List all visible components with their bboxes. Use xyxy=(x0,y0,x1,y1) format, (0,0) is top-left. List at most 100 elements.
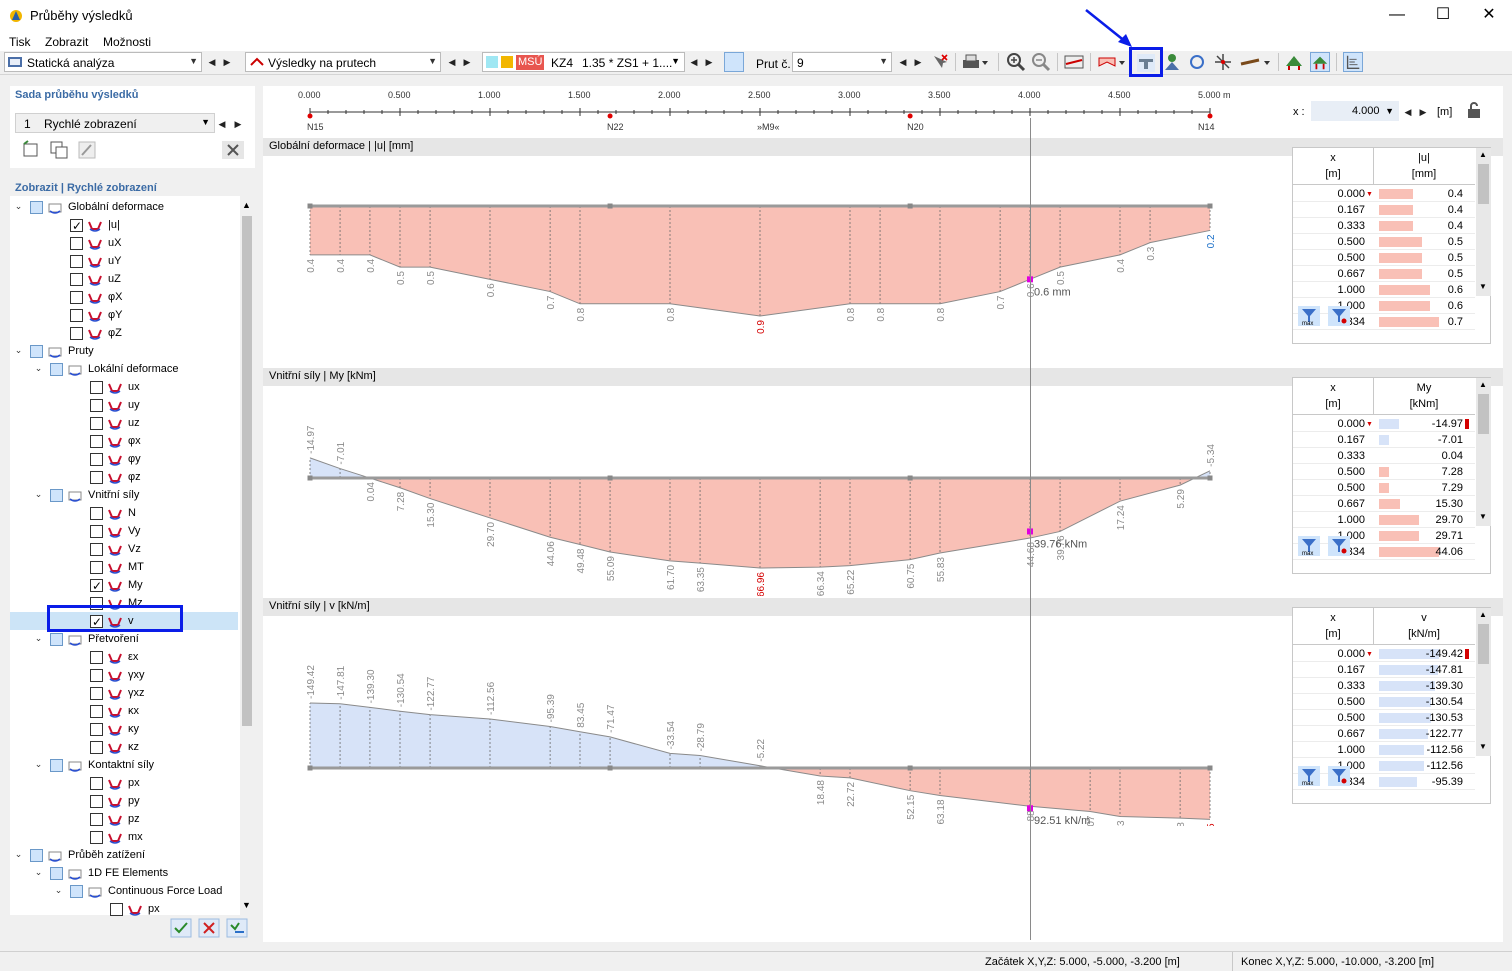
prev-arrow-icon[interactable]: ◀ xyxy=(216,115,228,133)
checkbox[interactable] xyxy=(70,217,83,235)
checkbox[interactable] xyxy=(50,867,63,880)
table-row[interactable]: 0.333 -139.30 xyxy=(1293,678,1475,694)
tree-item[interactable]: ux xyxy=(10,378,238,396)
table-row[interactable]: 0.167 0.4 xyxy=(1293,202,1475,218)
checkbox[interactable] xyxy=(90,507,103,520)
table-row[interactable]: 0.500 7.28 xyxy=(1293,464,1475,480)
result-table[interactable]: x [m] |u| [mm] 0.000 ▼ 0.4 0.167 0.4 0.333 0.4 0.50… xyxy=(1292,147,1491,344)
tree-item[interactable]: φY xyxy=(10,306,238,324)
checkbox[interactable] xyxy=(70,327,83,340)
result-set-select[interactable]: 1 Rychlé zobrazení ▼ xyxy=(15,113,215,133)
table-row[interactable]: 0.667 15.30 xyxy=(1293,496,1475,512)
filter-max-icon[interactable]: max xyxy=(1298,766,1320,786)
checkbox[interactable] xyxy=(70,273,83,286)
tree-item[interactable]: mx xyxy=(10,828,238,846)
table-row[interactable]: 0.500 7.29 xyxy=(1293,480,1475,496)
table-row[interactable]: 0.000 ▼ -14.97 xyxy=(1293,416,1475,432)
table-row[interactable]: 1.000 0.6 xyxy=(1293,282,1475,298)
tree-item[interactable]: ⌄ Globální deformace xyxy=(10,198,238,216)
tree-item[interactable]: γxz xyxy=(10,684,238,702)
edit-set-icon[interactable] xyxy=(77,140,97,160)
model-view-icon[interactable] xyxy=(1284,52,1304,72)
analysis-select[interactable]: Statická analýza ▼ xyxy=(4,52,202,72)
checkbox[interactable] xyxy=(30,345,43,358)
checkbox[interactable] xyxy=(90,399,103,412)
checkbox[interactable] xyxy=(70,885,83,898)
tree-item[interactable]: φz xyxy=(10,468,238,486)
checkbox[interactable] xyxy=(50,759,63,772)
filter-max-icon[interactable]: max xyxy=(1298,306,1320,326)
print-icon[interactable] xyxy=(961,52,989,72)
tree-item[interactable]: uX xyxy=(10,234,238,252)
table-row[interactable]: 0.500 0.5 xyxy=(1293,250,1475,266)
next-arrow-icon[interactable]: ▶ xyxy=(232,115,244,133)
checkbox[interactable] xyxy=(90,795,103,808)
member-number-select[interactable]: 9 ▼ xyxy=(792,52,892,72)
checkbox[interactable] xyxy=(90,831,103,844)
table-view-icon[interactable] xyxy=(1343,52,1363,72)
expand-icon[interactable]: ⌄ xyxy=(14,202,23,211)
prev-arrow-icon[interactable]: ◀ xyxy=(206,53,218,71)
expand-icon[interactable]: ⌄ xyxy=(34,760,43,769)
table-row[interactable]: 1.000 29.70 xyxy=(1293,512,1475,528)
tree-item[interactable]: ⌄ Průběh zatížení xyxy=(10,846,238,864)
minimize-button[interactable]: — xyxy=(1374,0,1420,32)
menu-tisk[interactable]: Tisk xyxy=(9,35,31,49)
result-diagram[interactable]: -14.97 -7.01 0.04 7.28 15.30 29.70 44.06 49.48 5… xyxy=(263,386,1291,596)
table-row[interactable]: 1.000 -112.56 xyxy=(1293,742,1475,758)
checkbox[interactable] xyxy=(90,453,103,466)
tree-item[interactable]: φZ xyxy=(10,324,238,342)
scroll-thumb[interactable] xyxy=(1478,164,1489,204)
select-member-icon[interactable] xyxy=(724,52,744,72)
axes-icon[interactable] xyxy=(1213,52,1233,72)
checkbox[interactable] xyxy=(70,291,83,304)
checkbox[interactable] xyxy=(50,633,63,646)
next-arrow-icon[interactable]: ▶ xyxy=(703,53,715,71)
tree-item[interactable]: κy xyxy=(10,720,238,738)
tree-item[interactable]: pz xyxy=(10,810,238,828)
tree-item[interactable]: My xyxy=(10,576,238,595)
menu-zobrazit[interactable]: Zobrazit xyxy=(45,35,88,49)
table-row[interactable]: 1.334 0.7 xyxy=(1293,314,1475,330)
x-input[interactable]: 4.000 ▼ xyxy=(1311,101,1399,121)
table-scrollbar[interactable]: ▲ ▼ xyxy=(1476,608,1491,756)
tree-item[interactable]: ⌄ Vnitřní síly xyxy=(10,486,238,504)
tree-item[interactable]: ⌄ 1D FE Elements xyxy=(10,864,238,882)
table-row[interactable]: 0.167 -7.01 xyxy=(1293,432,1475,448)
tree-item[interactable]: uZ xyxy=(10,270,238,288)
checkbox[interactable] xyxy=(90,543,103,556)
next-arrow-icon[interactable]: ▶ xyxy=(221,53,233,71)
copy-set-icon[interactable] xyxy=(49,140,69,160)
next-arrow-icon[interactable]: ▶ xyxy=(912,53,924,71)
diagram-style-icon[interactable] xyxy=(1097,52,1127,72)
tree-item[interactable]: ⌄ Přetvoření xyxy=(10,630,238,648)
show-model-icon[interactable] xyxy=(1310,52,1330,72)
tree-item[interactable]: uy xyxy=(10,396,238,414)
tree-item[interactable]: Vy xyxy=(10,522,238,540)
expand-icon[interactable]: ⌄ xyxy=(34,868,43,877)
section-diagram-icon[interactable] xyxy=(1136,53,1156,73)
new-set-icon[interactable] xyxy=(21,140,41,160)
scroll-up-icon[interactable]: ▲ xyxy=(242,200,251,210)
tree-item[interactable]: N xyxy=(10,504,238,522)
close-button[interactable]: ✕ xyxy=(1466,0,1512,32)
expand-icon[interactable]: ⌄ xyxy=(14,346,23,355)
tree-item[interactable]: uY xyxy=(10,252,238,270)
scroll-down-icon[interactable]: ▼ xyxy=(1479,512,1487,521)
prev-arrow-icon[interactable]: ◀ xyxy=(688,53,700,71)
checkbox[interactable] xyxy=(90,669,103,682)
table-row[interactable]: 0.333 0.04 xyxy=(1293,448,1475,464)
filter-extremes-icon[interactable] xyxy=(1328,536,1350,556)
filter-max-icon[interactable]: max xyxy=(1298,536,1320,556)
checkbox[interactable] xyxy=(90,435,103,448)
checkbox[interactable] xyxy=(90,777,103,790)
line-style-icon[interactable] xyxy=(1239,52,1273,72)
table-row[interactable]: 0.333 0.4 xyxy=(1293,218,1475,234)
prev-arrow-icon[interactable]: ◀ xyxy=(446,53,458,71)
checkbox[interactable] xyxy=(70,309,83,322)
scroll-thumb[interactable] xyxy=(1478,394,1489,434)
next-arrow-icon[interactable]: ▶ xyxy=(1417,103,1429,121)
checkbox[interactable] xyxy=(90,417,103,430)
checkbox[interactable] xyxy=(90,741,103,754)
expand-icon[interactable]: ⌄ xyxy=(14,850,23,859)
